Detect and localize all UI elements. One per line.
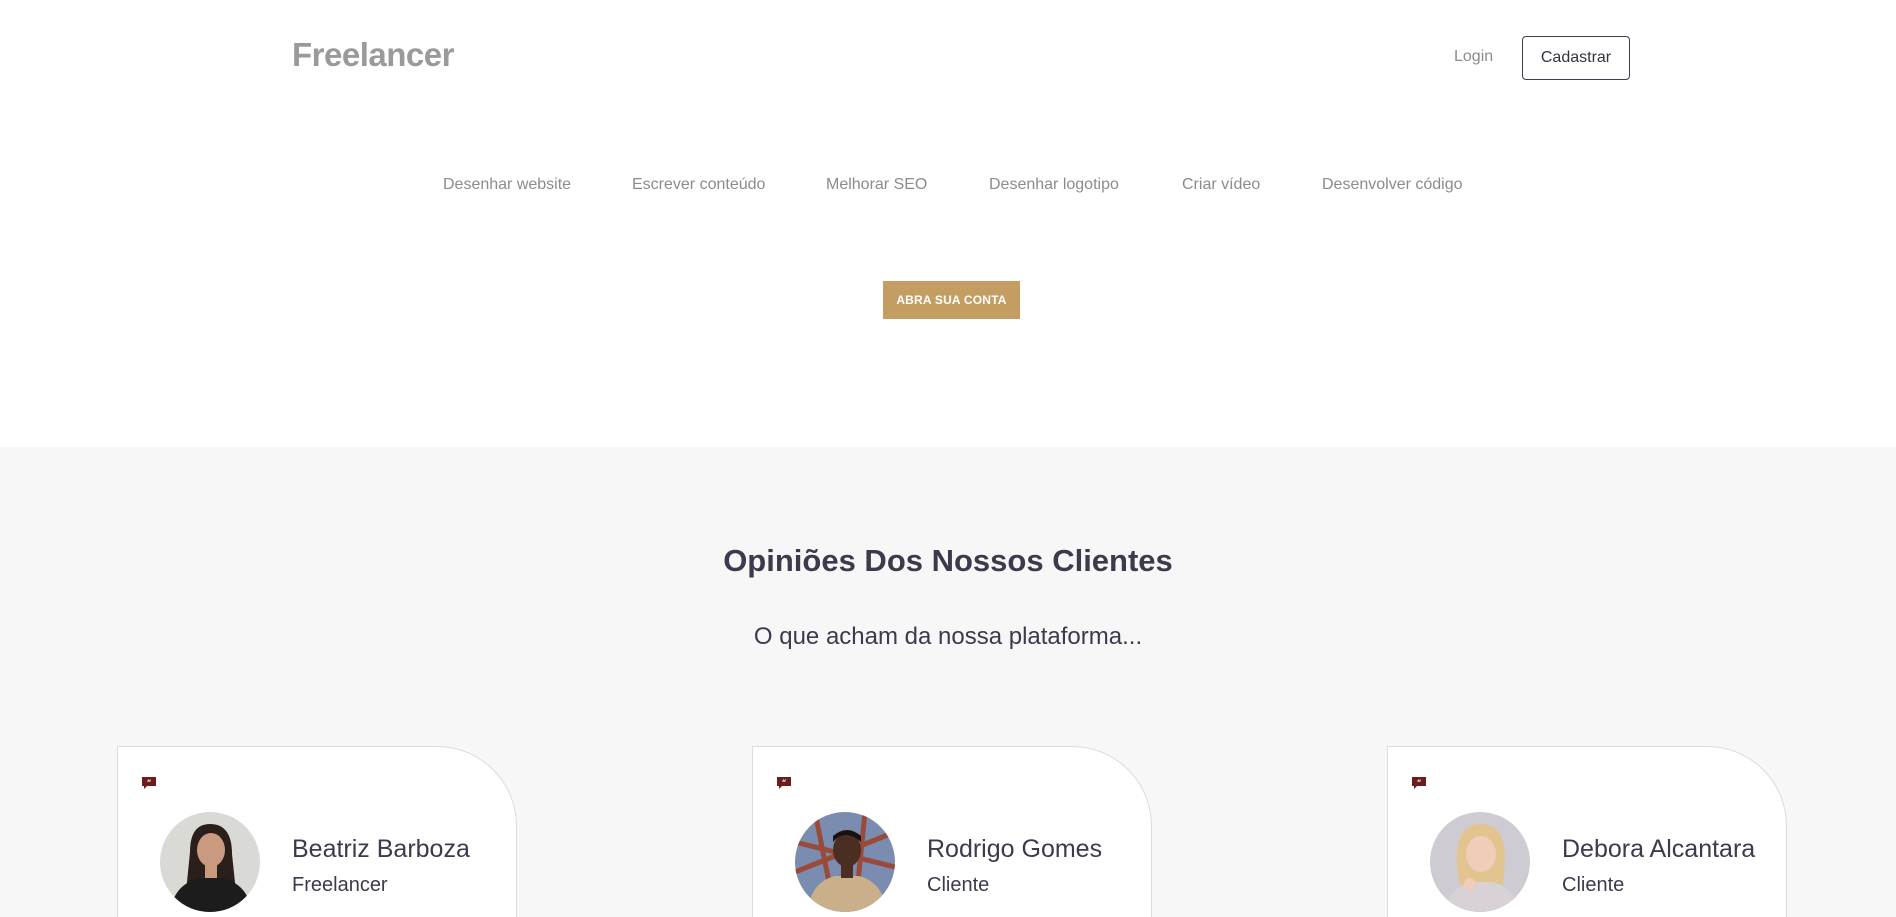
client-role: Cliente — [1562, 874, 1625, 896]
category-nav: Desenhar website Escrever conteúdo Melho… — [0, 176, 1896, 202]
testimonials-subtitle: O que acham da nossa plataforma... — [753, 623, 1143, 650]
testimonial-card: “ Debora Alcantara Cliente — [1387, 746, 1787, 917]
client-name: Debora Alcantara — [1562, 835, 1756, 863]
testimonial-card: “ Rodrigo Gomes Cliente — [752, 746, 1152, 917]
quote-icon: “ — [1412, 777, 1426, 789]
avatar — [1430, 812, 1530, 912]
testimonials-title: Opiniões Dos Nossos Clientes — [723, 543, 1173, 578]
client-name: Rodrigo Gomes — [927, 835, 1103, 863]
testimonial-card: “ Beatriz Barboza Freelancer — [117, 746, 517, 917]
category-create-video[interactable]: Criar vídeo — [1182, 176, 1260, 194]
quote-icon: “ — [142, 777, 156, 789]
client-role: Cliente — [927, 874, 990, 896]
site-header: Freelancer Login Cadastrar — [0, 0, 1896, 120]
svg-text:“: “ — [147, 779, 152, 787]
brand-logo[interactable]: Freelancer — [292, 36, 454, 74]
quote-icon: “ — [777, 777, 791, 789]
category-write-content[interactable]: Escrever conteúdo — [632, 176, 765, 194]
category-develop-code[interactable]: Desenvolver código — [1322, 176, 1463, 194]
avatar — [795, 812, 895, 912]
svg-text:“: “ — [1417, 779, 1422, 787]
page: Freelancer Login Cadastrar Desenhar webs… — [0, 0, 1896, 917]
category-design-logo[interactable]: Desenhar logotipo — [989, 176, 1119, 194]
client-role: Freelancer — [292, 874, 388, 896]
svg-text:“: “ — [782, 779, 787, 787]
testimonials-section: Opiniões Dos Nossos Clientes O que acham… — [0, 447, 1896, 917]
category-improve-seo[interactable]: Melhorar SEO — [826, 176, 927, 194]
login-link[interactable]: Login — [1454, 48, 1493, 66]
category-design-website[interactable]: Desenhar website — [443, 176, 571, 194]
avatar — [160, 812, 260, 912]
signup-button[interactable]: Cadastrar — [1522, 36, 1630, 80]
open-account-button[interactable]: ABRA SUA CONTA — [883, 281, 1020, 319]
client-name: Beatriz Barboza — [292, 835, 470, 863]
